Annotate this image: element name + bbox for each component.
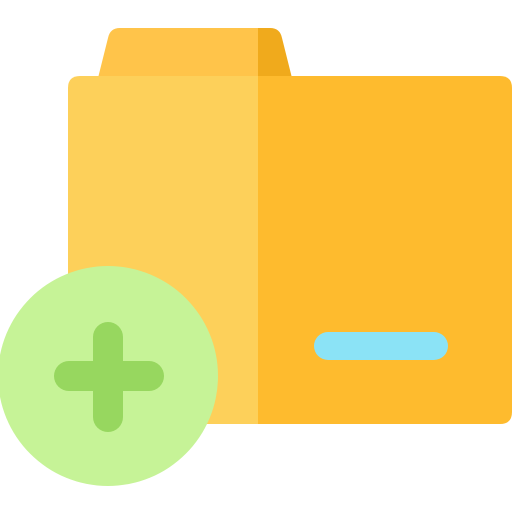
add-folder-icon — [0, 28, 512, 486]
label-slot — [314, 332, 448, 360]
folder-tab — [98, 28, 292, 78]
plus-badge — [0, 266, 218, 486]
icon-canvas — [0, 0, 512, 512]
folder-tab-right — [258, 28, 292, 78]
folder-front-right — [258, 76, 512, 424]
folder-tab-left — [98, 28, 258, 78]
plus-vertical-bar — [93, 322, 123, 432]
